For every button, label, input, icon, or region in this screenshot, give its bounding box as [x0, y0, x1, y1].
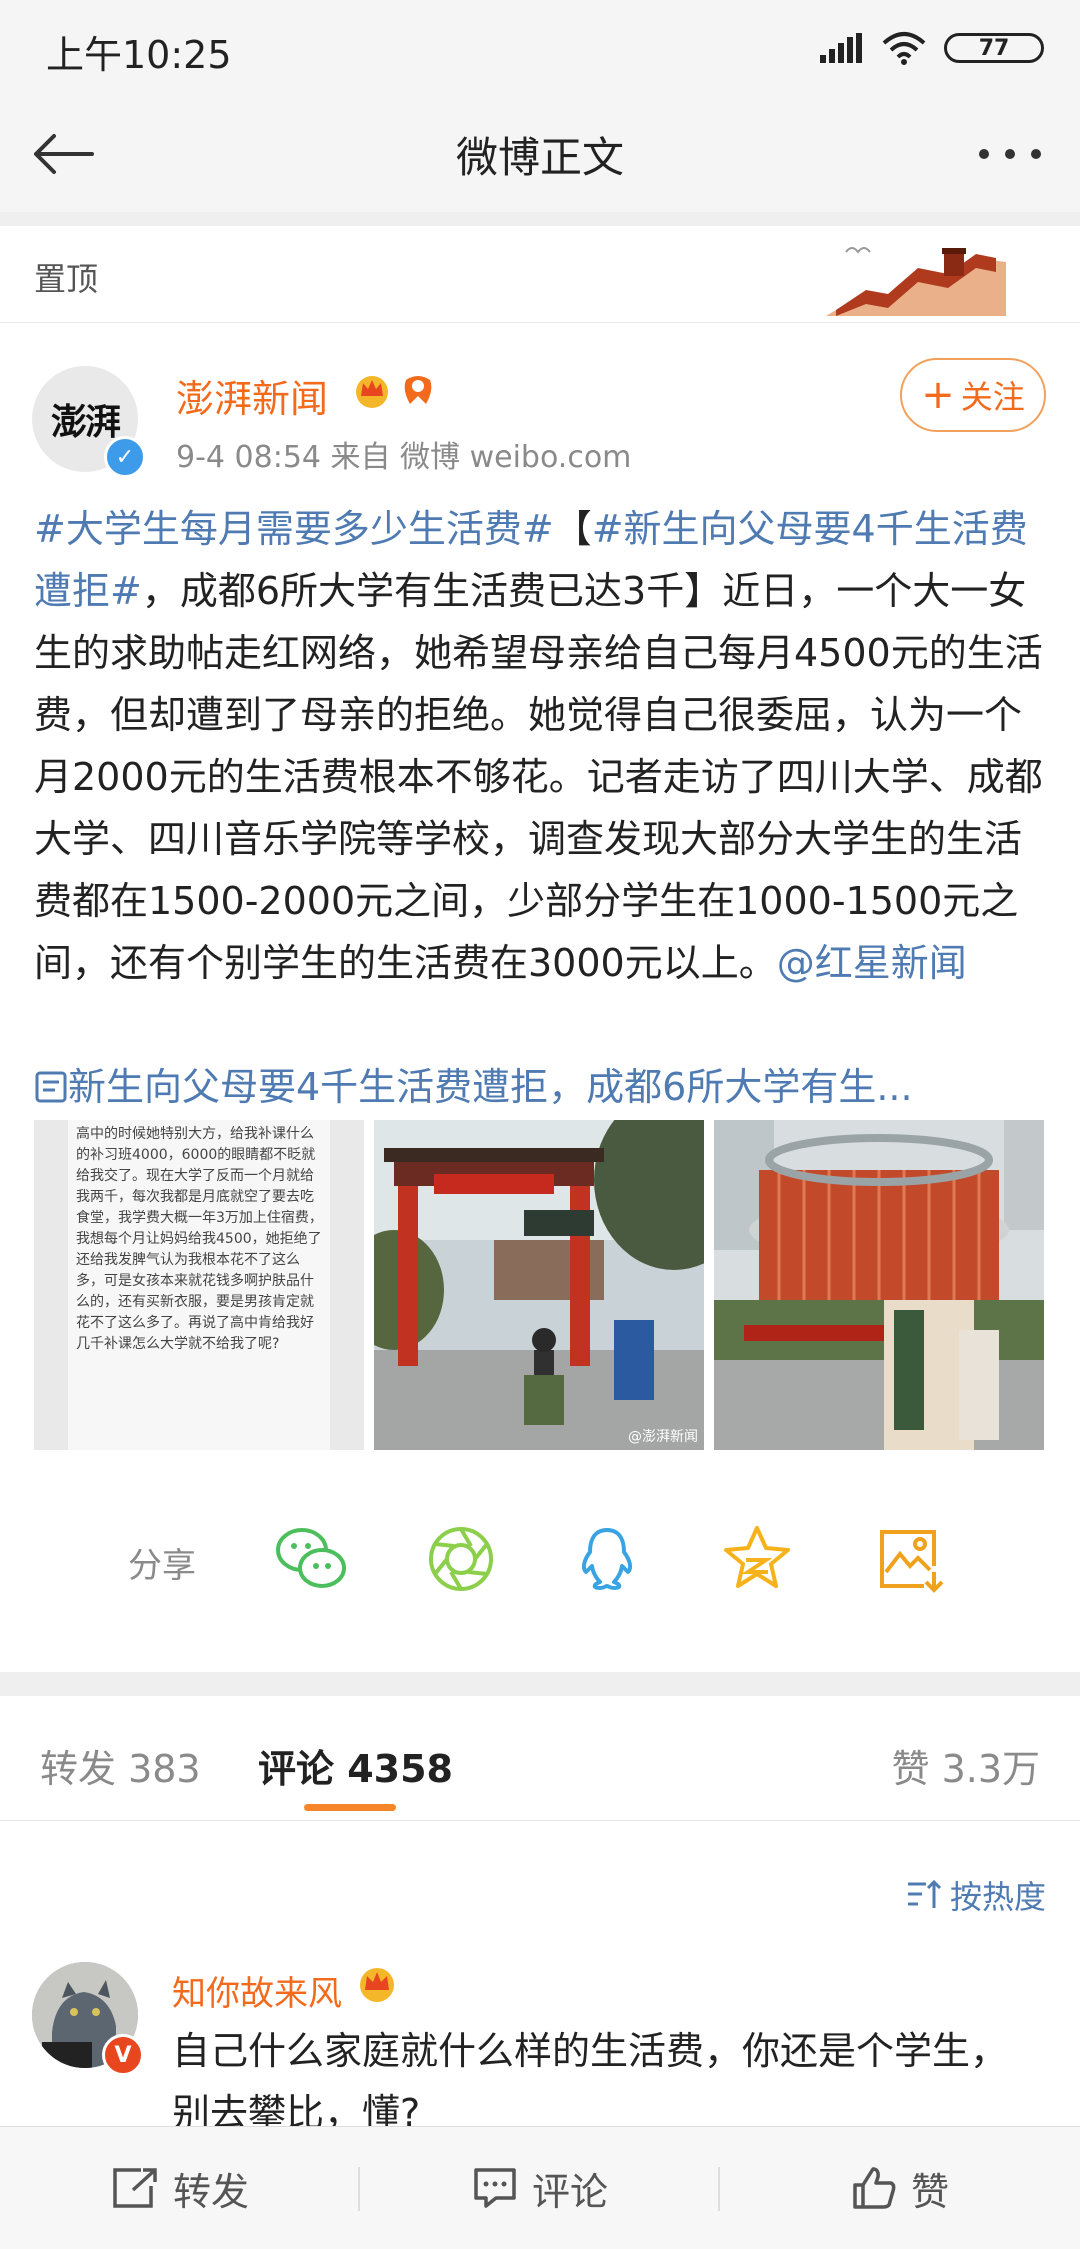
article-link-icon: [35, 1071, 67, 1103]
author-name[interactable]: 澎湃新闻: [176, 368, 328, 423]
sort-label: 按热度: [950, 1878, 1047, 1916]
bracket: 【: [553, 507, 592, 551]
commenter-name[interactable]: 知你故来风: [172, 1966, 342, 2015]
vip-crown-icon: [360, 1968, 394, 2002]
post-image-screenshot[interactable]: 高中的时候她特别大方，给我补课什么的补习班4000，6000的眼睛都不眨就给我交…: [34, 1120, 364, 1450]
ribbon-icon: [404, 376, 432, 404]
comment-button[interactable]: 评论: [360, 2127, 720, 2249]
post-meta: 9-4 08:54 来自 微博 weibo.com: [176, 440, 632, 475]
save-image-icon[interactable]: [872, 1522, 946, 1596]
pinned-label: 置顶: [34, 260, 99, 298]
article-link-text: 新生向父母要4千生活费遭拒，成都6所大学有生...: [68, 1065, 913, 1109]
tab-reposts[interactable]: 转发 383: [40, 1738, 201, 1793]
more-options-button[interactable]: [960, 116, 1060, 192]
more-dots-icon: [979, 149, 1041, 159]
post-text: #大学生每月需要多少生活费#【#新生向父母要4千生活费遭拒#，成都6所大学有生活…: [34, 498, 1048, 994]
post-image-music-hall[interactable]: [714, 1120, 1044, 1450]
hashtag-link[interactable]: #大学生每月需要多少生活费#: [34, 507, 554, 551]
tab-comments[interactable]: 评论 4358: [258, 1738, 453, 1793]
wifi-icon: [882, 32, 926, 65]
great-wall-decoration: [826, 247, 1006, 316]
like-button[interactable]: 赞: [720, 2127, 1080, 2249]
follow-button[interactable]: + 关注: [900, 358, 1046, 432]
post-image-campus-gate[interactable]: @澎湃新闻: [374, 1120, 704, 1450]
vip-crown-icon: [356, 376, 388, 408]
tab-likes[interactable]: 赞 3.3万: [891, 1738, 1040, 1793]
repost-label: 转发: [172, 2169, 249, 2214]
verified-badge-icon: ✓: [104, 436, 146, 478]
pinned-banner[interactable]: 置顶: [0, 226, 1080, 323]
section-divider: [0, 1672, 1080, 1696]
wechat-icon[interactable]: [274, 1522, 348, 1596]
follow-label: 关注: [960, 378, 1025, 416]
signal-icon: [820, 33, 862, 63]
share-label: 分享: [128, 1546, 196, 1586]
post-body-text: ，成都6所大学有生活费已达3千】近日，一个大一女生的求助帖走红网络，她希望母亲给…: [34, 569, 1043, 985]
section-divider: [0, 212, 1080, 226]
comment-icon: [474, 2168, 516, 2208]
repost-button[interactable]: 转发: [0, 2127, 360, 2249]
author-badges: [352, 370, 438, 410]
title-bar: 微博正文: [0, 96, 1080, 213]
image-caption-text: 高中的时候她特别大方，给我补课什么的补习班4000，6000的眼睛都不眨就给我交…: [76, 1126, 323, 1352]
music-hall-photo: [714, 1120, 1044, 1450]
page-title: 微博正文: [455, 133, 624, 182]
plus-icon: +: [921, 372, 955, 418]
campus-gate-photo: [374, 1120, 704, 1450]
article-link[interactable]: 新生向父母要4千生活费遭拒，成都6所大学有生...: [34, 1056, 1048, 1111]
commenter-verified-icon: V: [102, 2034, 144, 2076]
share-row: 分享: [0, 1500, 1080, 1620]
tabs-divider: [0, 1820, 1080, 1821]
status-time: 上午10:25: [46, 33, 232, 77]
sort-icon: [908, 1880, 942, 1908]
repost-icon: [113, 2168, 157, 2208]
comment-label: 评论: [531, 2169, 608, 2214]
status-bar: 上午10:25 77: [0, 0, 1080, 96]
qzone-icon[interactable]: [720, 1522, 794, 1596]
battery-indicator: 77: [944, 33, 1044, 63]
thumbs-up-icon: [853, 2167, 896, 2209]
mention-link[interactable]: @红星新闻: [777, 941, 967, 985]
like-label: 赞: [910, 2169, 949, 2214]
status-icons: 77: [820, 28, 1044, 68]
image-watermark: @澎湃新闻: [628, 1429, 698, 1445]
active-tab-indicator: [304, 1804, 396, 1811]
sort-by-hot-button[interactable]: 按热度: [906, 1872, 1046, 1918]
moments-icon[interactable]: [424, 1522, 498, 1596]
qq-icon[interactable]: [570, 1522, 644, 1596]
bottom-action-bar: 转发 评论 赞: [0, 2126, 1080, 2249]
